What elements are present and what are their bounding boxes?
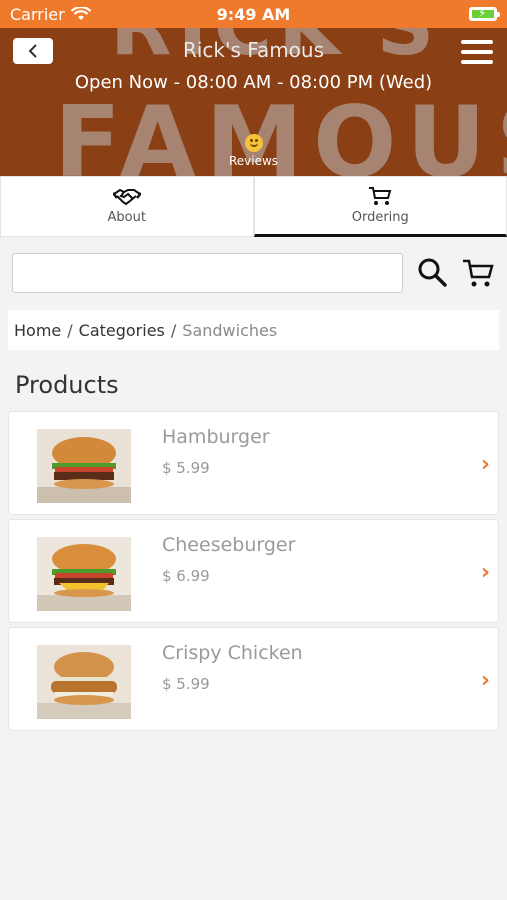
products-heading: Products [15,371,119,399]
product-price: $ 6.99 [162,567,210,585]
breadcrumb: Home / Categories / Sandwiches [8,310,499,350]
tab-ordering[interactable]: Ordering [253,176,507,237]
handshake-icon [112,188,141,206]
reviews-link[interactable]: Reviews [0,134,507,168]
product-image [37,645,131,719]
search-icon[interactable] [416,256,448,288]
status-bar: Carrier 9:49 AM ⚡ [0,0,507,28]
product-price: $ 5.99 [162,459,210,477]
product-name: Crispy Chicken [162,642,303,664]
hamburger-image [37,429,131,503]
chevron-right-icon: › [480,668,490,693]
crispy-chicken-image [37,645,131,719]
product-price: $ 5.99 [162,675,210,693]
store-header: RICK'S FAMOUS Rick's Famous Open Now - 0… [0,28,507,176]
cheeseburger-image [37,537,131,611]
store-title: Rick's Famous [182,38,325,62]
search-input[interactable] [12,253,403,293]
wifi-icon [70,7,91,20]
product-name: Cheeseburger [162,534,296,556]
product-item-cheeseburger[interactable]: Cheeseburger $ 6.99 › [8,519,499,623]
breadcrumb-separator: / [170,320,177,340]
tab-ordering-label: Ordering [351,210,409,225]
breadcrumb-categories[interactable]: Categories [79,321,165,340]
breadcrumb-current: Sandwiches [182,320,278,340]
product-item-hamburger[interactable]: Hamburger $ 5.99 › [8,411,499,515]
cart-icon [369,187,392,205]
battery-icon: ⚡ [469,6,500,21]
chevron-right-icon: › [480,452,490,477]
product-name: Hamburger [162,426,270,448]
product-image [37,429,131,503]
breadcrumb-separator: / [67,320,73,340]
product-image [37,537,131,611]
smiley-icon [244,134,263,152]
chevron-right-icon: › [480,560,490,585]
shopping-cart-icon[interactable] [462,257,494,289]
tab-bar: About Ordering [0,176,507,237]
product-item-crispy-chicken[interactable]: Crispy Chicken $ 5.99 › [8,627,499,731]
breadcrumb-home[interactable]: Home [14,321,61,340]
tab-about[interactable]: About [0,176,254,237]
carrier-label: Carrier [10,4,65,24]
hamburger-menu-icon[interactable] [461,40,493,64]
status-left: Carrier [10,5,91,24]
store-hours: Open Now - 08:00 AM - 08:00 PM (Wed) [74,72,433,93]
reviews-label: Reviews [228,154,279,168]
tab-about-label: About [107,210,146,225]
